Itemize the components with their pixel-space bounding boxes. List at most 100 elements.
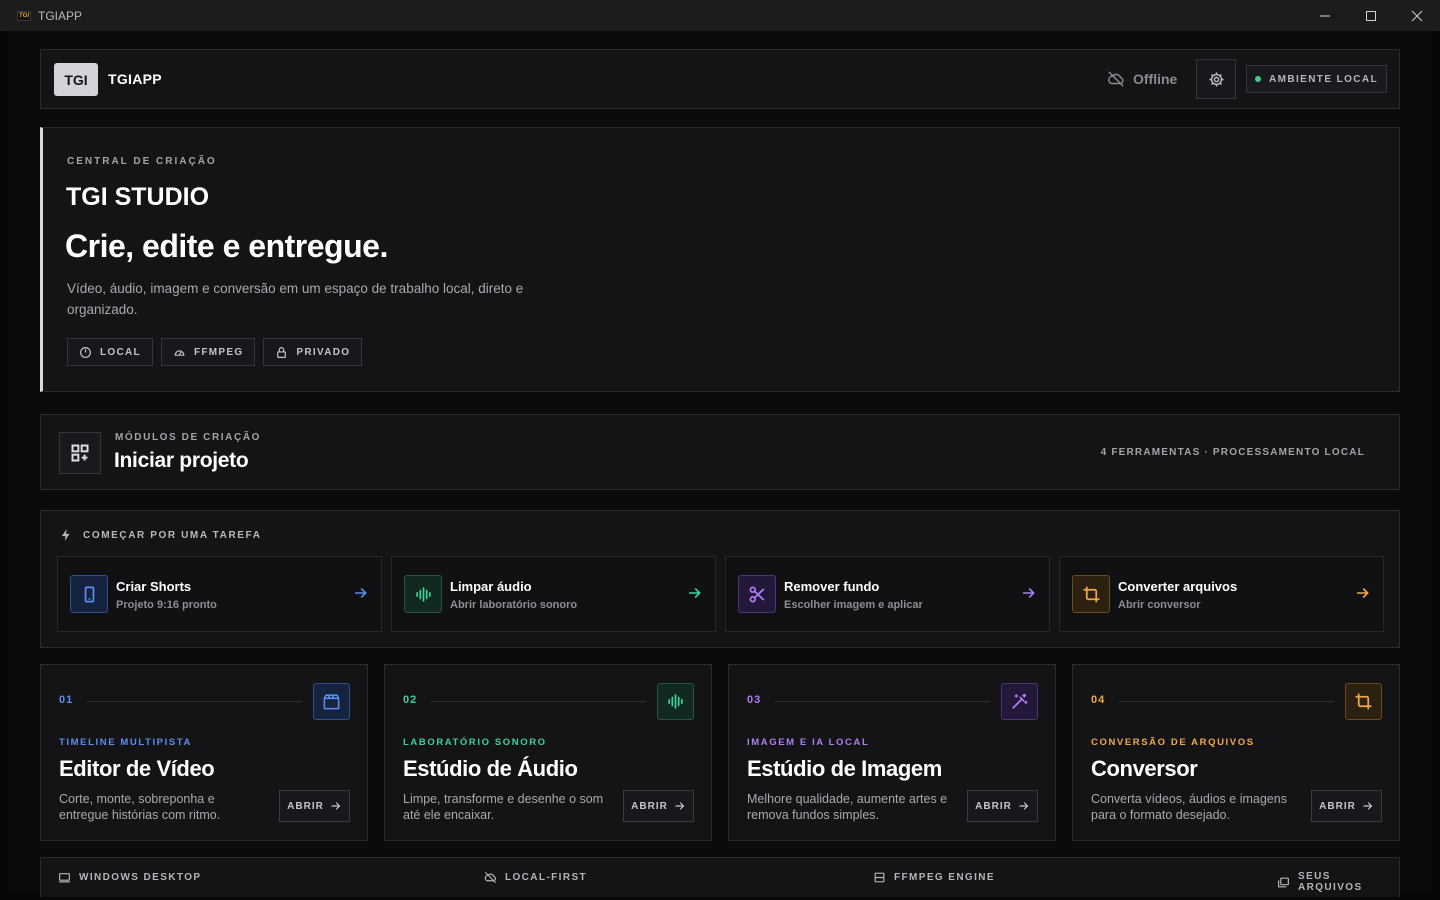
gauge-icon [174,349,185,356]
open-button[interactable]: ABRIR [623,790,694,822]
arrow-right-icon [1019,802,1029,810]
tool-description: Converta vídeos, áudios e imagens para o… [1091,792,1287,822]
tool-title: Conversor [1091,756,1198,781]
quick-task-remove-background[interactable]: Remover fundo Escolher imagem e aplicar [725,556,1050,632]
hero-section: CENTRAL DE CRIAÇÃO TGI STUDIO Crie, edit… [40,127,1400,392]
quick-tasks-heading: COMEÇAR POR UMA TAREFA [59,528,262,542]
tool-number: 02 [403,694,418,706]
chip-local: LOCAL [67,338,153,366]
magic-wand-icon [1001,683,1038,720]
cloud-off-icon [1108,71,1124,87]
divider [431,701,647,702]
tool-kicker: CONVERSÃO DE ARQUIVOS [1091,737,1255,748]
quick-task-subtitle: Projeto 9:16 pronto [116,599,217,611]
top-header: TGI TGIAPP Offline AMBIENTE LOCAL [40,49,1400,109]
tool-card-converter: 04 CONVERSÃO DE ARQUIVOS Conversor Conve… [1072,664,1400,841]
minimize-button[interactable] [1302,0,1348,31]
environment-badge: AMBIENTE LOCAL [1246,65,1387,93]
footer-label: FFMPEG ENGINE [894,872,995,883]
chip-privado: PRIVADO [263,338,363,366]
chip-label: LOCAL [100,346,141,358]
tool-card-image-studio: 03 IMAGEM E IA LOCAL Estúdio de Imagem M… [728,664,1056,841]
connection-status: Offline [1107,70,1177,88]
minimize-icon [1320,15,1330,16]
open-label: ABRIR [287,800,324,812]
tool-number: 04 [1091,694,1106,706]
quick-task-title: Remover fundo [784,579,880,594]
maximize-icon [1366,10,1376,21]
waveform-icon [657,683,694,720]
lightning-icon [61,529,70,541]
footer-label: LOCAL-FIRST [505,872,588,883]
quick-task-clean-audio[interactable]: Limpar áudio Abrir laboratório sonoro [391,556,716,632]
grid-plus-icon [59,432,101,474]
modules-kicker: MÓDULOS DE CRIAÇÃO [115,432,262,443]
folders-icon [1278,877,1289,887]
tool-title: Estúdio de Áudio [403,756,578,781]
quick-task-create-shorts[interactable]: Criar Shorts Projeto 9:16 pronto [57,556,382,632]
tool-number: 03 [747,694,762,706]
tool-title: Estúdio de Imagem [747,756,942,781]
footer-bar: WINDOWS DESKTOP LOCAL-FIRST FFMPEG ENGIN… [40,857,1400,897]
open-label: ABRIR [1319,800,1356,812]
quick-task-title: Converter arquivos [1118,579,1238,594]
open-label: ABRIR [631,800,668,812]
footer-item-ffmpeg: FFMPEG ENGINE [873,871,995,884]
tool-number: 01 [59,694,74,706]
quick-task-title: Limpar áudio [450,579,532,594]
phone-icon [70,575,108,613]
divider [87,701,303,702]
open-button[interactable]: ABRIR [279,790,350,822]
footer-item-windows: WINDOWS DESKTOP [58,871,201,884]
hero-title: Crie, edite e entregue. [65,228,388,264]
window-controls [1302,0,1440,31]
scissors-icon [738,575,776,613]
chip-ffmpeg: FFMPEG [160,338,256,366]
tool-kicker: LABORATÓRIO SONORO [403,737,547,748]
window-title: TGIAPP [38,8,83,23]
app-window: TGI TGIAPP Offline AMBIENTE LOCAL CENTRA… [8,31,1432,897]
crop-icon [1072,575,1110,613]
divider [775,701,991,702]
quick-task-subtitle: Abrir laboratório sonoro [450,599,578,611]
monitor-icon [59,873,70,883]
footer-label: WINDOWS DESKTOP [79,872,202,883]
hero-description: Vídeo, áudio, imagem e conversão em um e… [67,281,524,317]
tool-description: Melhore qualidade, aumente artes e remov… [747,792,948,822]
arrow-right-icon [331,802,341,810]
power-icon [80,346,91,358]
quick-task-convert-files[interactable]: Converter arquivos Abrir conversor [1059,556,1384,632]
hero-chips: LOCAL FFMPEG PRIVADO [67,338,363,366]
quick-tasks-title: COMEÇAR POR UMA TAREFA [83,529,262,541]
arrow-right-icon [688,588,701,598]
footer-item-files: SEUS ARQUIVOS [1277,871,1399,893]
footer-label: SEUS ARQUIVOS [1297,871,1363,893]
close-icon [1411,10,1423,21]
arrow-right-icon [1022,588,1035,598]
close-button[interactable] [1394,0,1440,31]
waveform-icon [404,575,442,613]
open-label: ABRIR [975,800,1012,812]
hero-brand: TGI STUDIO [66,183,210,211]
quick-task-subtitle: Escolher imagem e aplicar [784,599,923,611]
maximize-button[interactable] [1348,0,1394,31]
window-titlebar: TGI TGIAPP [0,0,1440,31]
divider [1119,701,1335,702]
open-button[interactable]: ABRIR [967,790,1038,822]
chip-label: PRIVADO [296,346,351,358]
arrow-right-icon [1356,588,1369,598]
app-name: TGIAPP [108,71,162,87]
modules-title: Iniciar projeto [114,449,249,472]
open-button[interactable]: ABRIR [1311,790,1382,822]
tool-kicker: IMAGEM E IA LOCAL [747,737,870,748]
arrow-right-icon [675,802,685,810]
modules-meta: 4 FERRAMENTAS · PROCESSAMENTO LOCAL [1100,447,1365,458]
settings-button[interactable] [1196,59,1236,99]
gear-icon [1208,71,1224,87]
arrow-right-icon [354,588,367,598]
cloud-off-icon [484,872,497,883]
tool-card-video-editor: 01 TIMELINE MULTIPISTA Editor de Vídeo C… [40,664,368,841]
quick-task-subtitle: Abrir conversor [1118,599,1201,611]
arrow-right-icon [1363,802,1373,810]
tool-kicker: TIMELINE MULTIPISTA [59,737,192,748]
